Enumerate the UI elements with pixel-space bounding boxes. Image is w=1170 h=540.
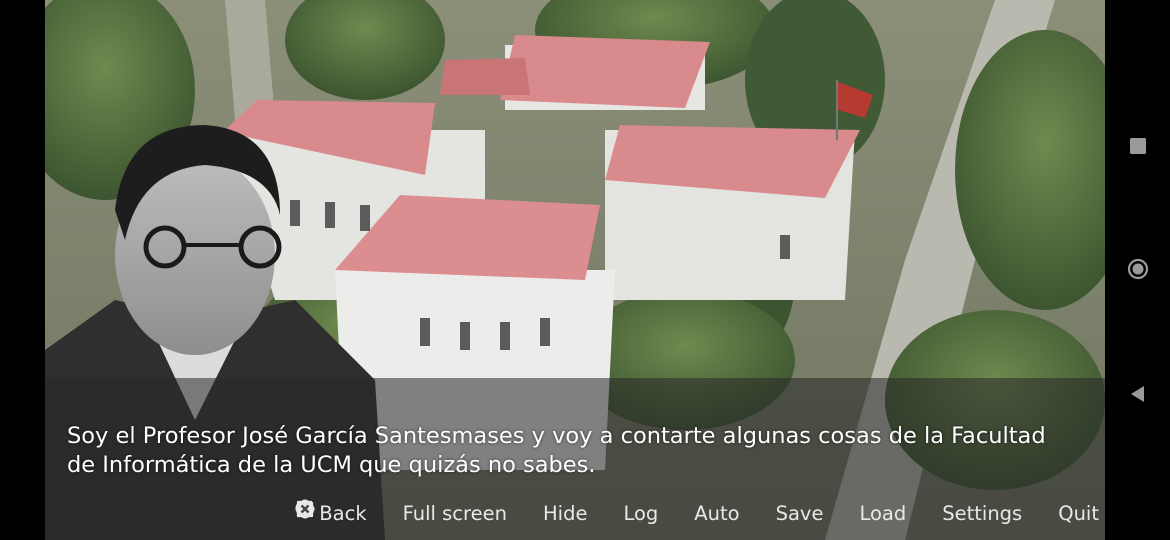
back-nav-button[interactable] <box>1127 383 1149 405</box>
load-label: Load <box>859 501 907 525</box>
close-circle-icon <box>296 500 1054 523</box>
hide-label: Hide <box>542 501 588 525</box>
triangle-back-icon <box>1131 386 1144 402</box>
square-icon <box>1130 138 1146 154</box>
save-button[interactable]: Save <box>297 501 824 525</box>
circle-icon <box>1127 258 1149 280</box>
floppy-disk-icon <box>297 501 772 523</box>
settings-label: Settings <box>942 501 1023 525</box>
quit-label: Quit <box>1058 501 1099 525</box>
load-button[interactable]: Load <box>297 501 907 525</box>
recents-button[interactable] <box>1127 135 1149 157</box>
eye-icon <box>296 503 539 523</box>
save-label: Save <box>775 501 824 525</box>
left-letterbox <box>0 0 45 540</box>
game-scene[interactable]: Soy el Profesor José García Santesmases … <box>45 0 1105 540</box>
auto-label: Auto <box>694 501 740 525</box>
log-label: Log <box>623 501 659 525</box>
log-button[interactable]: Log <box>295 501 659 525</box>
auto-button[interactable]: Auto <box>296 500 740 525</box>
gear-icon <box>295 499 938 523</box>
play-circle-icon <box>296 500 690 523</box>
dialogue-text: Soy el Profesor José García Santesmases … <box>67 423 1046 478</box>
home-button[interactable] <box>1127 258 1149 280</box>
quick-menu: Back Full screen Hide Log Auto Save Load… <box>295 499 1099 527</box>
fullscreen-button[interactable]: Full screen <box>297 500 507 525</box>
chat-bubbles-icon <box>295 501 619 523</box>
hide-button[interactable]: Hide <box>296 501 588 525</box>
fullscreen-label: Full screen <box>402 501 507 525</box>
undo-arrow-icon <box>297 501 855 523</box>
back-label: Back <box>319 501 367 525</box>
expand-icon <box>297 500 399 523</box>
quit-button[interactable]: Quit <box>296 500 1099 525</box>
android-navigation-bar <box>1105 0 1170 540</box>
settings-button[interactable]: Settings <box>295 499 1023 525</box>
